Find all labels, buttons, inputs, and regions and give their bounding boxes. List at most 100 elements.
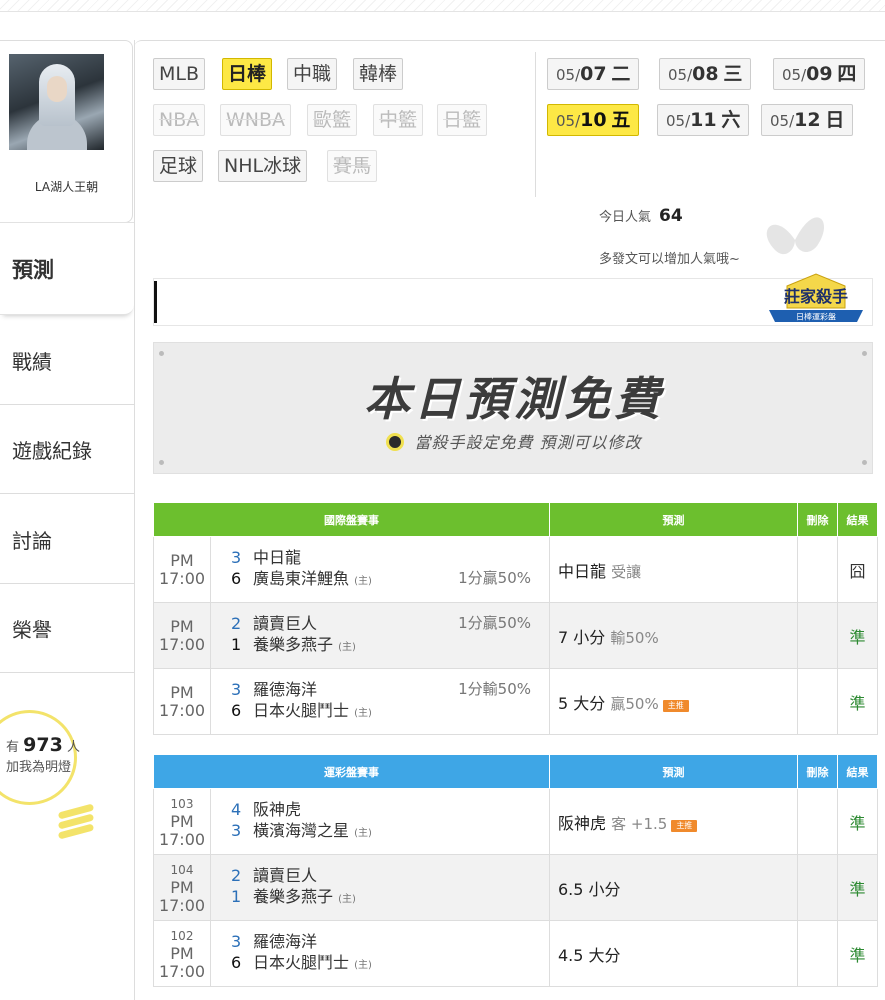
date-day: 12	[794, 109, 821, 131]
result-miss: 囧	[837, 536, 878, 603]
nav-record[interactable]: 戰績	[0, 315, 134, 405]
table-row[interactable]: PM 17:00 3 羅德海洋 1分輸50% 6 日本火腿鬥士 (主) 5 大分 贏5…	[153, 668, 878, 735]
prediction: 5 大分 贏50% 主推	[549, 668, 798, 735]
result-hit: 準	[837, 854, 878, 921]
popularity: 今日人氣 64	[599, 206, 683, 226]
delete-cell[interactable]	[797, 668, 838, 735]
date-0509[interactable]: 05/09 四	[773, 58, 866, 90]
header-lottery-games: 運彩盤賽事	[153, 754, 550, 789]
sport-bleague[interactable]: 日籃	[437, 104, 488, 136]
sport-soccer[interactable]: 足球	[153, 150, 204, 182]
result-hit: 準	[837, 668, 878, 735]
header-prediction: 預測	[549, 502, 798, 537]
popularity-label: 今日人氣	[599, 210, 652, 225]
matchup: 3 羅德海洋 6 日本火腿鬥士 (主)	[210, 920, 550, 987]
home-score: 1	[231, 887, 242, 906]
away-team: 讀賣巨人	[253, 866, 318, 885]
lightbulb-base-icon	[57, 803, 95, 840]
away-team: 羅德海洋	[253, 680, 318, 699]
away-score: 2	[231, 614, 242, 633]
fans-info[interactable]: 有 973 人 加我為明燈	[0, 735, 100, 778]
prediction-note: 輸50%	[610, 628, 659, 647]
fans-count: 973	[23, 734, 63, 756]
home-team: 養樂多燕子	[253, 887, 334, 906]
sport-mlb[interactable]: MLB	[153, 58, 206, 90]
prediction-note: 贏50%	[610, 694, 659, 713]
banner-title: 本日預測免費	[364, 372, 664, 426]
divider	[535, 52, 536, 197]
game-time: PM 17:00	[158, 811, 206, 849]
nav-game-log[interactable]: 遊戲紀錄	[0, 405, 134, 494]
sport-cpbl[interactable]: 中職	[287, 58, 338, 90]
header-result: 結果	[837, 502, 878, 537]
game-id: 103	[170, 796, 194, 811]
banner-subtitle-text: 當殺手設定免費 預測可以修改	[414, 433, 642, 452]
home-score: 6	[231, 701, 242, 720]
result-hit: 準	[837, 602, 878, 669]
date-0508[interactable]: 05/08 三	[659, 58, 752, 90]
away-score: 3	[231, 932, 242, 951]
delete-cell[interactable]	[797, 854, 838, 921]
matchup: 3 羅德海洋 1分輸50% 6 日本火腿鬥士 (主)	[210, 668, 550, 735]
sport-horse-racing[interactable]: 賽馬	[327, 150, 378, 182]
home-score: 6	[231, 569, 242, 588]
delete-cell[interactable]	[797, 602, 838, 669]
handicap: 1分贏50%	[458, 614, 531, 632]
header-delete: 刪除	[797, 754, 838, 789]
result-hit: 準	[837, 920, 878, 987]
sport-euro-basketball[interactable]: 歐籃	[307, 104, 358, 136]
delete-cell[interactable]	[797, 920, 838, 987]
date-0507[interactable]: 05/07 二	[547, 58, 640, 90]
away-team: 讀賣巨人	[253, 614, 318, 633]
main-panel: MLB 日棒 中職 韓棒 NBA WNBA 歐籃 中籃 日籃 足球 NHL冰球 …	[134, 40, 885, 1000]
avatar[interactable]	[9, 54, 104, 150]
home-score: 1	[231, 635, 242, 654]
nav-discussion[interactable]: 討論	[0, 494, 134, 584]
sport-cba[interactable]: 中籃	[373, 104, 424, 136]
game-id: 102	[170, 928, 194, 943]
table-row[interactable]: PM 17:00 3 中日龍 6 廣島東洋鯉魚 (主) 1分贏50% 中日龍 受讓 囧	[153, 536, 878, 603]
sport-nba[interactable]: NBA	[153, 104, 206, 136]
table-row[interactable]: 104 PM 17:00 2 讀賣巨人 1 養樂多燕子 (主) 6.5 小分 準	[153, 854, 878, 921]
date-month: 05/	[770, 112, 795, 130]
date-month: 05/	[668, 66, 693, 84]
delete-cell[interactable]	[797, 788, 838, 855]
sport-wnba[interactable]: WNBA	[220, 104, 292, 136]
free-prediction-banner: 本日預測免費 當殺手設定免費 預測可以修改	[153, 342, 873, 474]
home-marker: (主)	[338, 642, 356, 653]
date-day: 08	[692, 63, 719, 85]
fans-text: 加我為明燈	[6, 760, 72, 775]
main-pick-tag: 主推	[662, 699, 689, 712]
nav-predict[interactable]: 預測	[0, 222, 134, 315]
main-pick-tag: 主推	[671, 819, 698, 832]
game-time: PM 17:00	[153, 602, 211, 669]
prediction: 中日龍 受讓	[549, 536, 798, 603]
home-team: 日本火腿鬥士	[253, 701, 350, 720]
username[interactable]: LA湖人王朝	[0, 178, 133, 195]
table-header: 國際盤賽事 預測 刪除 結果	[153, 502, 878, 537]
date-0511[interactable]: 05/11 六	[657, 104, 750, 136]
sport-npb[interactable]: 日棒	[222, 58, 273, 90]
badge-subtitle: 日棒運彩盤	[796, 312, 836, 322]
away-score: 2	[231, 866, 242, 885]
home-marker: (主)	[354, 576, 372, 587]
sport-kbo[interactable]: 韓棒	[353, 58, 404, 90]
game-id-time: 104 PM 17:00	[153, 854, 211, 921]
banner-subtitle: 當殺手設定免費 預測可以修改	[154, 429, 874, 453]
home-team: 橫濱海灣之星	[253, 821, 350, 840]
top-border	[0, 0, 885, 12]
delete-cell[interactable]	[797, 536, 838, 603]
home-team: 廣島東洋鯉魚	[253, 569, 350, 588]
date-weekday: 三	[723, 63, 743, 85]
bookmaker-killer-badge[interactable]: 莊家殺手 日棒運彩盤	[765, 272, 867, 332]
nav-honor[interactable]: 榮譽	[0, 584, 134, 673]
table-row[interactable]: 102 PM 17:00 3 羅德海洋 6 日本火腿鬥士 (主) 4.5 大分 準	[153, 920, 878, 987]
fans-suffix: 人	[66, 740, 80, 755]
table-row[interactable]: 103 PM 17:00 4 阪神虎 3 橫濱海灣之星 (主) 阪神虎 客 +1.5 主…	[153, 788, 878, 855]
prediction-note: 客 +1.5	[611, 814, 668, 833]
table-row[interactable]: PM 17:00 2 讀賣巨人 1分贏50% 1 養樂多燕子 (主) 7 小分 輸50…	[153, 602, 878, 669]
date-0510[interactable]: 05/10 五	[547, 104, 640, 136]
sport-nhl[interactable]: NHL冰球	[218, 150, 308, 182]
prediction-pick: 6.5 小分	[558, 879, 621, 899]
date-0512[interactable]: 05/12 日	[761, 104, 854, 136]
